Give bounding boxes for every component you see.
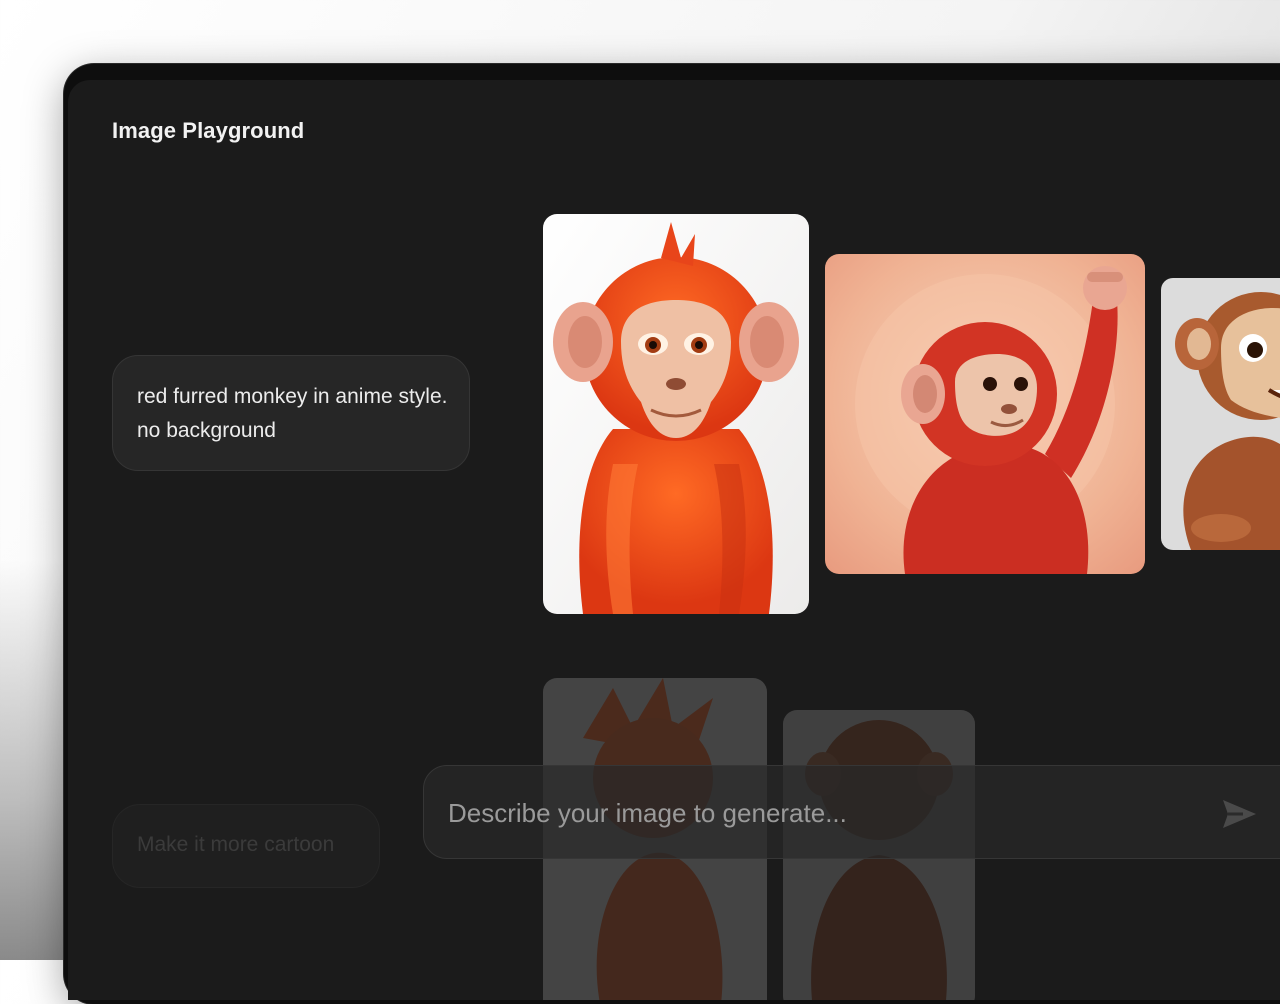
paper-plane-icon <box>1223 800 1256 828</box>
prompt-text-line: no background <box>137 419 276 442</box>
page-title: Image Playground <box>112 118 305 143</box>
app-window: Image Playground red furred monkey in an… <box>68 80 1280 1000</box>
prompt-input[interactable] <box>446 790 1190 836</box>
prompt-composer <box>423 765 1280 859</box>
prompt-text-line: red furred monkey in anime style. <box>137 385 448 408</box>
user-prompt-bubble: red furred monkey in anime style. no bac… <box>112 355 470 471</box>
cartoon-monkey-image <box>1161 278 1280 550</box>
suggestion-chip-cartoon[interactable]: Make it more cartoon <box>112 804 380 888</box>
monkey-portrait-image <box>543 214 809 614</box>
send-button[interactable] <box>1219 794 1259 834</box>
generated-image-2[interactable] <box>825 254 1145 574</box>
monkey-raising-fist-image <box>825 254 1145 574</box>
generated-image-3[interactable] <box>1161 278 1280 550</box>
generated-image-1[interactable] <box>543 214 809 614</box>
